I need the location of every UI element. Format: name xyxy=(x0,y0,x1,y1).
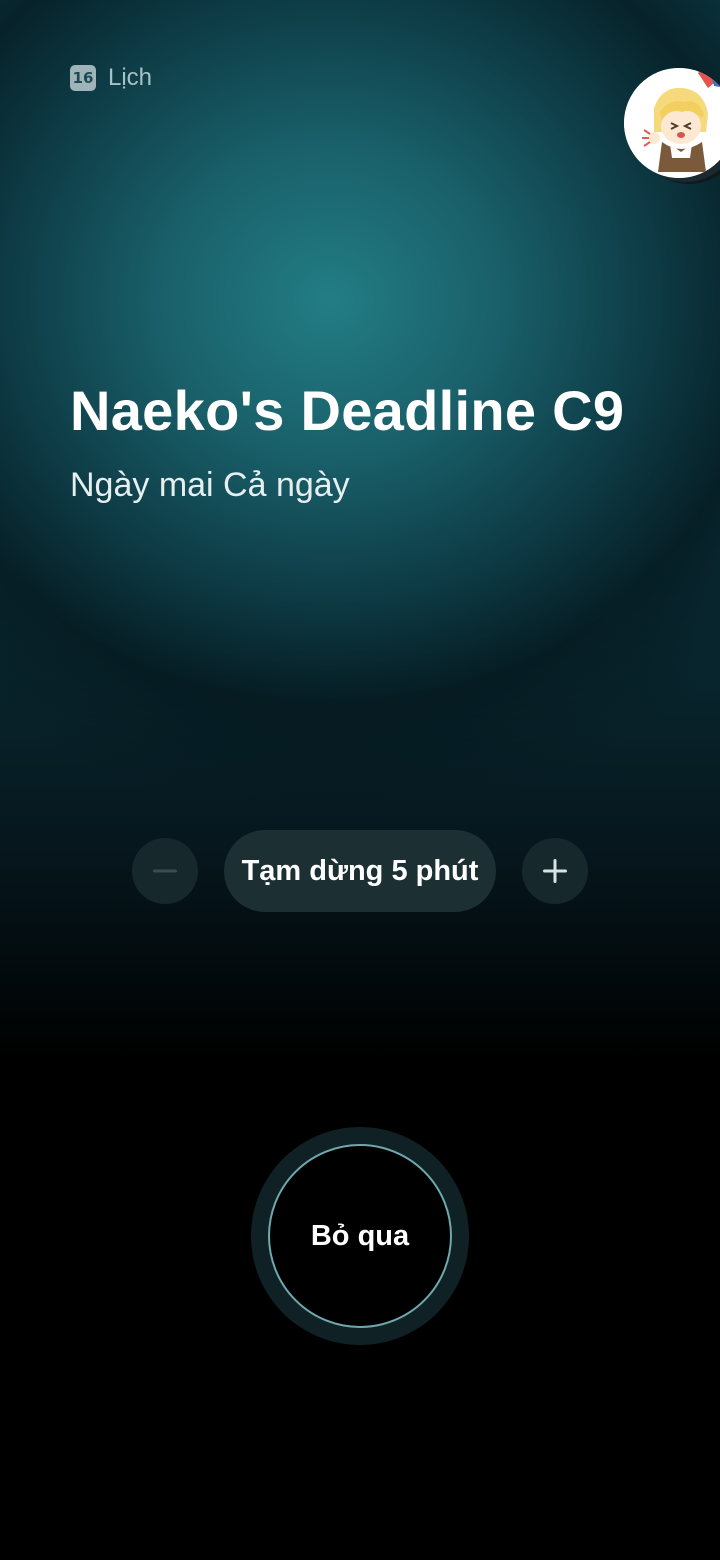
alarm-screen: 16 Lịch Naeko's Deadline C9 Ngày mai Cả … xyxy=(0,0,720,1560)
event-title: Naeko's Deadline C9 xyxy=(70,379,625,442)
anime-avatar-icon xyxy=(624,68,720,178)
plus-icon xyxy=(543,859,567,883)
calendar-icon: 16 xyxy=(70,65,96,91)
increase-snooze-button[interactable] xyxy=(522,838,588,904)
app-label: 16 Lịch xyxy=(70,64,152,92)
dismiss-button[interactable]: Bỏ qua xyxy=(268,1144,452,1328)
event-time: Ngày mai Cả ngày xyxy=(70,466,350,504)
decrease-snooze-button[interactable] xyxy=(132,838,198,904)
avatar[interactable] xyxy=(624,68,720,178)
app-name: Lịch xyxy=(108,64,153,91)
minus-icon xyxy=(153,869,177,873)
snooze-button[interactable]: Tạm dừng 5 phút xyxy=(224,830,496,912)
